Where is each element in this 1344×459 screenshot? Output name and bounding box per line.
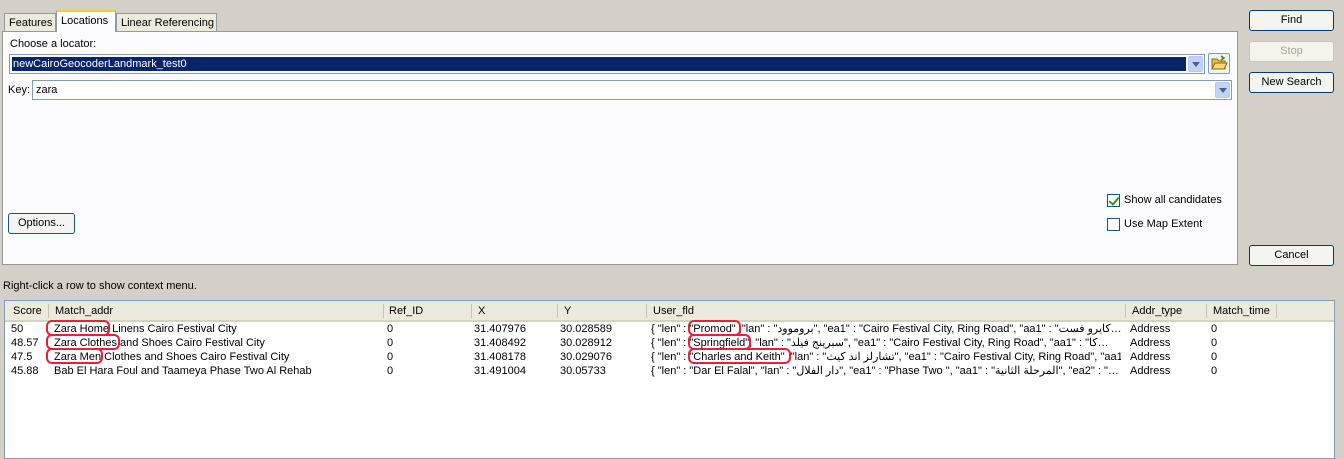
context-menu-hint: Right-click a row to show context menu.	[3, 280, 197, 292]
chevron-down-icon[interactable]	[1215, 82, 1230, 98]
cell-user-fld: { "len" : "Promod" ,"lan" : "بروموود", "…	[651, 323, 1121, 335]
cell-score: 50	[11, 323, 24, 335]
cell-match-addr: Zara Clothes and Shoes Cairo Festival Ci…	[54, 337, 265, 349]
table-row[interactable]: 50 Zara Home Linens Cairo Festival City …	[5, 322, 1334, 336]
locator-combo[interactable]: newCairoGeocoderLandmark_test0	[9, 54, 1205, 74]
column-header-x[interactable]: X	[478, 305, 485, 317]
column-header-addr-type[interactable]: Addr_type	[1132, 305, 1182, 317]
cell-addr-type: Address	[1130, 323, 1171, 335]
find-button[interactable]: Find	[1249, 10, 1334, 31]
key-combo[interactable]: zara	[32, 80, 1232, 100]
candidates-table[interactable]: Score Match_addr Ref_ID X Y User_fld Add…	[4, 300, 1335, 459]
cell-ref-id: 0	[387, 323, 394, 335]
folder-open-icon	[1211, 55, 1228, 70]
cell-x: 31.408492	[474, 337, 526, 349]
cell-score: 45.88	[11, 365, 39, 377]
column-divider[interactable]	[1206, 304, 1207, 318]
column-divider[interactable]	[1125, 304, 1126, 318]
cell-match-addr: Zara Men Clothes and Shoes Cairo Festiva…	[54, 351, 290, 363]
column-header-score[interactable]: Score	[13, 305, 42, 317]
use-map-extent-checkbox[interactable]	[1107, 218, 1120, 231]
column-header-match-time[interactable]: Match_time	[1213, 305, 1270, 317]
table-row[interactable]: 45.88 Bab El Hara Foul and Taameya Phase…	[5, 364, 1334, 378]
cell-x: 31.407976	[474, 323, 526, 335]
use-map-extent-label: Use Map Extent	[1124, 218, 1203, 230]
cell-ref-id: 0	[387, 365, 394, 377]
cell-ref-id: 0	[387, 351, 394, 363]
cell-ref-id: 0	[387, 337, 394, 349]
column-header-match-addr[interactable]: Match_addr	[55, 305, 113, 317]
cell-y: 30.05733	[560, 365, 606, 377]
table-header: Score Match_addr Ref_ID X Y User_fld Add…	[5, 301, 1334, 322]
column-divider[interactable]	[383, 304, 384, 318]
show-all-candidates-label: Show all candidates	[1124, 194, 1222, 206]
cell-user-fld: { "len" : "Springfield", "lan" : "سبرينج…	[651, 337, 1109, 349]
cell-match-time: 0	[1211, 323, 1218, 335]
cell-addr-type: Address	[1130, 365, 1171, 377]
cell-x: 31.408178	[474, 351, 526, 363]
cancel-button[interactable]: Cancel	[1249, 245, 1334, 266]
tab-features-label: Features	[9, 17, 53, 29]
cell-score: 48.57	[11, 337, 39, 349]
cell-y: 30.028589	[560, 323, 612, 335]
column-header-y[interactable]: Y	[564, 305, 571, 317]
column-header-user-fld[interactable]: User_fld	[653, 305, 694, 317]
column-divider[interactable]	[646, 304, 647, 318]
options-button[interactable]: Options...	[8, 213, 75, 234]
cell-y: 30.028912	[560, 337, 612, 349]
cell-x: 31.491004	[474, 365, 526, 377]
tab-locations-label: Locations	[61, 15, 109, 27]
cell-match-time: 0	[1211, 337, 1218, 349]
locator-label: Choose a locator:	[10, 38, 97, 50]
column-header-ref-id[interactable]: Ref_ID	[389, 305, 423, 317]
locations-panel: Choose a locator: newCairoGeocoderLandma…	[2, 31, 1238, 265]
chevron-down-icon[interactable]	[1188, 56, 1203, 72]
show-all-candidates-checkbox[interactable]	[1107, 194, 1120, 207]
table-row[interactable]: 47.5 Zara Men Clothes and Shoes Cairo Fe…	[5, 350, 1334, 364]
tab-features[interactable]: Features	[4, 13, 56, 32]
key-label: Key:	[8, 84, 31, 96]
column-divider[interactable]	[557, 304, 558, 318]
cell-match-time: 0	[1211, 351, 1218, 363]
column-divider[interactable]	[471, 304, 472, 318]
tab-linear-referencing-label: Linear Referencing	[121, 17, 214, 29]
column-divider[interactable]	[1276, 304, 1277, 318]
table-row[interactable]: 48.57 Zara Clothes and Shoes Cairo Festi…	[5, 336, 1334, 350]
cell-addr-type: Address	[1130, 337, 1171, 349]
cell-score: 47.5	[11, 351, 33, 363]
cell-user-fld: { "len" : "Dar El Falal", "lan" : "دار ا…	[651, 365, 1119, 377]
open-locator-button[interactable]	[1208, 53, 1230, 74]
cell-match-addr: Bab El Hara Foul and Taameya Phase Two A…	[54, 365, 312, 377]
stop-button[interactable]: Stop	[1249, 41, 1334, 62]
cell-addr-type: Address	[1130, 351, 1171, 363]
tab-linear-referencing[interactable]: Linear Referencing	[116, 13, 217, 32]
new-search-button[interactable]: New Search	[1249, 72, 1334, 93]
cell-user-fld: { "len" : "Charles and Keith" ,"lan" : "…	[651, 351, 1121, 363]
cell-match-addr: Zara Home Linens Cairo Festival City	[54, 323, 237, 335]
key-value: zara	[36, 84, 58, 96]
tab-locations[interactable]: Locations	[56, 10, 116, 32]
cell-match-time: 0	[1211, 365, 1218, 377]
column-divider[interactable]	[48, 304, 49, 318]
cell-y: 30.029076	[560, 351, 612, 363]
locator-value: newCairoGeocoderLandmark_test0	[12, 57, 1186, 71]
